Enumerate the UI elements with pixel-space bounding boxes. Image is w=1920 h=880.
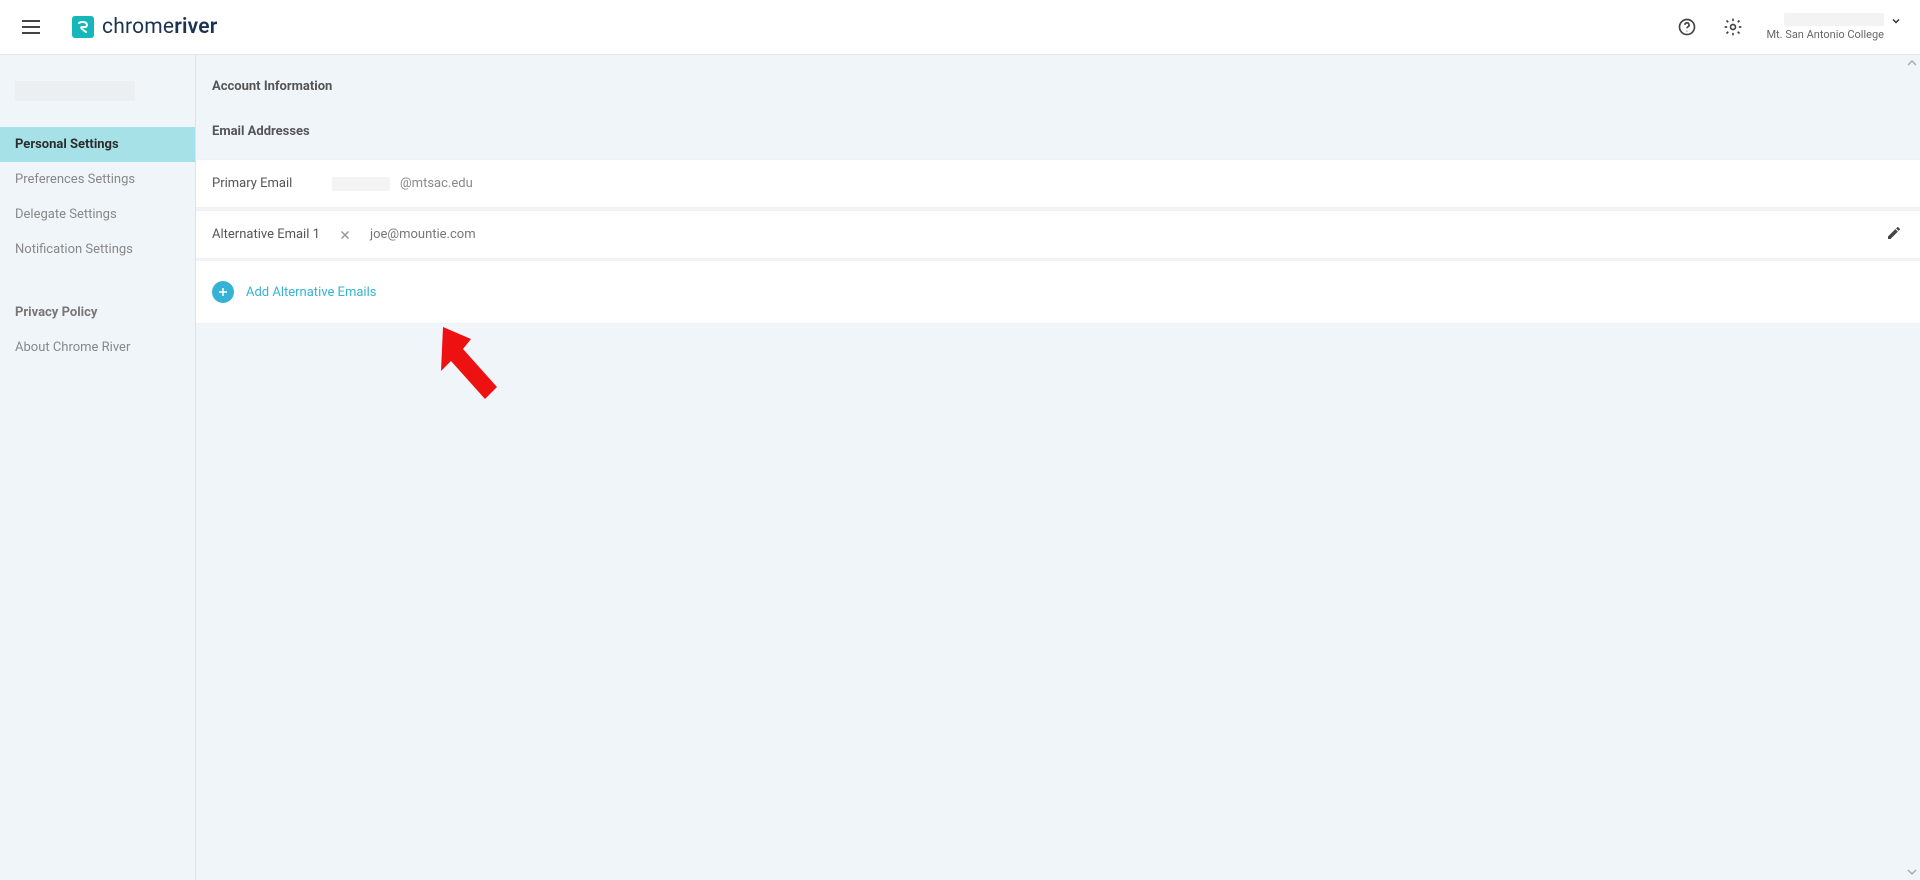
sidebar-item-label: Delegate Settings — [15, 207, 117, 222]
menu-icon[interactable] — [22, 16, 44, 38]
user-name-redacted — [1784, 13, 1884, 26]
sidebar-item-preferences-settings[interactable]: Preferences Settings — [0, 162, 195, 197]
content-area: Account Information Email Addresses Prim… — [196, 55, 1920, 880]
primary-email-value: @mtsac.edu — [332, 176, 473, 191]
sidebar: Personal Settings Preferences Settings D… — [0, 55, 196, 880]
alternative-email-row: Alternative Email 1 joe@mountie.com — [196, 210, 1920, 259]
alternative-email-value: joe@mountie.com — [332, 227, 476, 242]
sidebar-item-label: About Chrome River — [15, 340, 130, 355]
sidebar-item-label: Notification Settings — [15, 242, 133, 257]
alternative-email-label: Alternative Email 1 — [212, 227, 332, 242]
user-org: Mt. San Antonio College — [1766, 28, 1884, 41]
primary-email-redacted — [332, 177, 390, 191]
sidebar-item-label: Personal Settings — [15, 137, 119, 152]
primary-email-domain: @mtsac.edu — [400, 176, 473, 191]
brand-prefix: chrome — [102, 15, 174, 39]
email-heading: Email Addresses — [196, 110, 1920, 159]
header-left: chromeriver — [22, 15, 217, 39]
edit-alt-email-icon[interactable] — [1886, 225, 1902, 245]
brand-text: chromeriver — [102, 15, 217, 39]
scroll-down-icon — [1907, 867, 1917, 877]
header-right: Mt. San Antonio College — [1674, 13, 1902, 41]
brand-suffix: river — [174, 15, 217, 39]
brand-mark-icon — [72, 16, 94, 38]
sidebar-item-notification-settings[interactable]: Notification Settings — [0, 232, 195, 267]
remove-alt-email-icon[interactable] — [338, 228, 352, 242]
primary-email-row: Primary Email @mtsac.edu — [196, 159, 1920, 208]
main-layout: Personal Settings Preferences Settings D… — [0, 55, 1920, 880]
add-alternative-emails[interactable]: Add Alternative Emails — [196, 261, 1920, 324]
sidebar-privacy-heading: Privacy Policy — [0, 295, 195, 330]
annotation-arrow — [433, 317, 513, 417]
sidebar-user-redacted — [15, 81, 135, 101]
plus-icon — [212, 281, 234, 303]
brand-logo[interactable]: chromeriver — [72, 15, 217, 39]
sidebar-item-label: Preferences Settings — [15, 172, 135, 187]
help-icon[interactable] — [1674, 14, 1700, 40]
sidebar-user — [0, 55, 195, 127]
alternative-email-text: joe@mountie.com — [370, 227, 476, 242]
add-alternative-emails-label: Add Alternative Emails — [246, 285, 376, 300]
sidebar-item-delegate-settings[interactable]: Delegate Settings — [0, 197, 195, 232]
primary-email-label: Primary Email — [212, 176, 332, 191]
chevron-down-icon — [1890, 15, 1902, 27]
section-title: Account Information — [196, 55, 1920, 110]
settings-icon[interactable] — [1720, 14, 1746, 40]
top-header: chromeriver Mt. San Antonio College — [0, 0, 1920, 55]
scroll-up-icon — [1907, 58, 1917, 68]
sidebar-item-about[interactable]: About Chrome River — [0, 330, 195, 365]
sidebar-item-personal-settings[interactable]: Personal Settings — [0, 127, 195, 162]
user-menu[interactable]: Mt. San Antonio College — [1766, 13, 1902, 41]
